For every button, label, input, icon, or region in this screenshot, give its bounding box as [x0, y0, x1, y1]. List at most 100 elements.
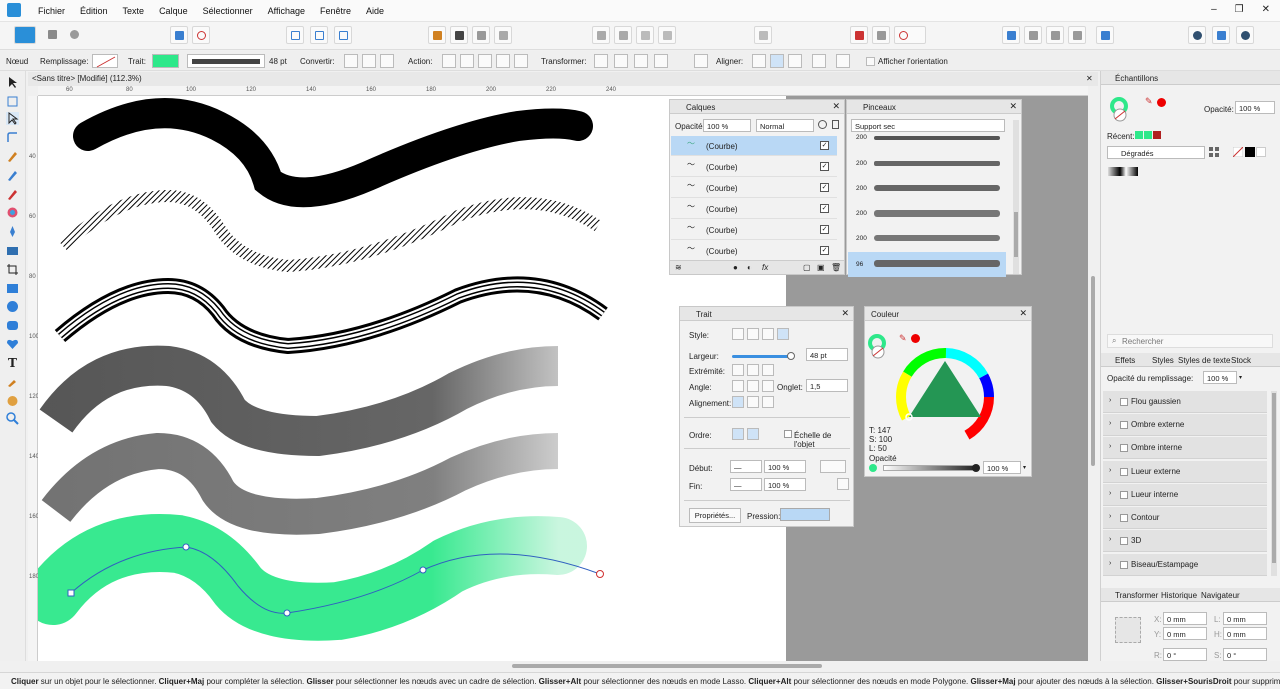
blend-mode-select[interactable]: Normal	[756, 119, 814, 132]
effect-checkbox[interactable]	[1120, 514, 1128, 522]
tab-stock[interactable]: Stock	[1231, 356, 1251, 365]
effect-row[interactable]: › Lueur externe	[1103, 461, 1267, 483]
expand-icon[interactable]: ›	[1109, 513, 1111, 520]
fill-stroke-swatch-icon[interactable]	[1109, 96, 1139, 124]
vector-brush-tool-icon[interactable]	[6, 188, 19, 201]
chevron-down-icon[interactable]: ▾	[1023, 464, 1026, 471]
recent-swatch[interactable]	[1153, 131, 1161, 139]
color-picker-tool-icon[interactable]	[6, 375, 19, 388]
stroke-panel-header[interactable]: Trait ✕	[680, 307, 853, 321]
close-button[interactable]: ✕	[1262, 4, 1270, 15]
place-image-tool-icon[interactable]	[6, 244, 19, 257]
swatch-opacity-field[interactable]: 100 %	[1235, 101, 1275, 114]
zoom-tool-icon[interactable]	[6, 412, 19, 425]
no-snapping-icon[interactable]	[192, 26, 210, 44]
share-icon[interactable]	[1236, 26, 1254, 44]
snap-node-icon[interactable]	[812, 54, 826, 68]
convert-smart-icon[interactable]	[380, 54, 394, 68]
heart-shape-tool-icon[interactable]	[6, 337, 19, 350]
effect-checkbox[interactable]	[1120, 561, 1128, 569]
snap-node-2-icon[interactable]	[836, 54, 850, 68]
brushes-panel-header[interactable]: Pinceaux ✕	[847, 100, 1021, 114]
node-tool-icon[interactable]	[6, 112, 19, 125]
export-persona-icon[interactable]	[66, 26, 84, 44]
document-tab[interactable]: <Sans titre> [Modifié] (112.3%) ✕	[28, 72, 1098, 86]
menu-edition[interactable]: Édition	[80, 6, 108, 16]
crop-tool-icon[interactable]	[6, 263, 19, 276]
solid-stroke-icon[interactable]	[747, 328, 759, 340]
text-tool-icon[interactable]: T	[6, 356, 19, 370]
layer-visible-checkbox[interactable]: ✓	[820, 225, 829, 234]
no-stroke-icon[interactable]	[732, 328, 744, 340]
width-field[interactable]: 48 pt	[806, 348, 848, 361]
expand-icon[interactable]: ›	[1109, 397, 1111, 404]
transform-mode-4-icon[interactable]	[654, 54, 668, 68]
trash-icon[interactable]: 🗑	[831, 263, 841, 272]
pen-tool-icon[interactable]	[6, 150, 19, 163]
tab-styles[interactable]: Styles	[1152, 356, 1174, 365]
expand-icon[interactable]: ›	[1109, 443, 1111, 450]
effect-row[interactable]: › Ombre externe	[1103, 414, 1267, 436]
close-icon[interactable]: ✕	[832, 101, 840, 112]
menu-affichage[interactable]: Affichage	[268, 6, 305, 16]
layer-visible-checkbox[interactable]: ✓	[820, 141, 829, 150]
rotate-left-icon[interactable]	[636, 26, 654, 44]
rectangle-tool-icon[interactable]	[6, 282, 19, 295]
horizontal-scrollbar[interactable]	[38, 661, 1088, 671]
rounded-rectangle-tool-icon[interactable]	[6, 319, 19, 332]
gear-icon[interactable]	[818, 120, 827, 129]
layers-stack-icon[interactable]: ≋	[675, 263, 682, 272]
effect-checkbox[interactable]	[1120, 421, 1128, 429]
undo-dropdown-icon[interactable]	[894, 26, 926, 44]
menu-aide[interactable]: Aide	[366, 6, 384, 16]
maximize-button[interactable]: ❐	[1235, 4, 1244, 15]
close-curve-icon[interactable]	[460, 54, 474, 68]
insert-inside-icon[interactable]	[872, 26, 890, 44]
layer-row[interactable]: ～ (Courbe) ✓	[671, 157, 837, 177]
align-inside-icon[interactable]	[747, 396, 759, 408]
effect-row[interactable]: › Ombre interne	[1103, 437, 1267, 459]
anchor-selector[interactable]	[1115, 617, 1141, 643]
brush-item[interactable]: 200	[848, 180, 1006, 205]
order-behind-icon[interactable]	[732, 428, 744, 440]
palette-grid-icon[interactable]	[1209, 147, 1219, 157]
brush-stroke-icon[interactable]	[777, 328, 789, 340]
view-mode-1-icon[interactable]	[286, 26, 304, 44]
palette-select[interactable]: Dégradés	[1107, 146, 1205, 159]
show-orientation-checkbox[interactable]	[866, 57, 875, 66]
layer-visible-checkbox[interactable]: ✓	[820, 246, 829, 255]
curve-end-node[interactable]	[596, 570, 604, 578]
search-input[interactable]: ⌕ Rechercher	[1107, 334, 1273, 348]
convert-smooth-icon[interactable]	[362, 54, 376, 68]
r-field[interactable]: 0 °	[1163, 648, 1207, 661]
effect-checkbox[interactable]	[1120, 444, 1128, 452]
align-center-icon[interactable]	[732, 396, 744, 408]
vertical-scrollbar[interactable]	[1088, 86, 1098, 661]
view-mode-2-icon[interactable]	[310, 26, 328, 44]
insert-target-icon[interactable]	[850, 26, 868, 44]
stroke-4[interactable]	[39, 345, 559, 457]
close-icon[interactable]: ✕	[1009, 101, 1017, 112]
vertical-scroll-thumb[interactable]	[1091, 276, 1095, 466]
black-swatch[interactable]	[1245, 147, 1255, 157]
layer-row[interactable]: ～ (Courbe) ✓	[671, 220, 837, 240]
start-scale-field[interactable]: 100 %	[764, 460, 806, 473]
layer-visible-checkbox[interactable]: ✓	[820, 183, 829, 192]
x-field[interactable]: 0 mm	[1163, 612, 1207, 625]
align-nodes-3-icon[interactable]	[788, 54, 802, 68]
y-field[interactable]: 0 mm	[1163, 627, 1207, 640]
lock-icon[interactable]	[832, 120, 839, 129]
menu-texte[interactable]: Texte	[123, 6, 145, 16]
expand-icon[interactable]: ›	[1109, 490, 1111, 497]
order-front-icon[interactable]	[747, 428, 759, 440]
transparency-tool-icon[interactable]	[6, 225, 19, 238]
align-nodes-2-icon[interactable]	[770, 54, 784, 68]
convert-sharp-icon[interactable]	[344, 54, 358, 68]
eyedropper-icon[interactable]: ✎	[1145, 96, 1153, 107]
flip-vertical-icon[interactable]	[614, 26, 632, 44]
stroke-1[interactable]	[73, 98, 593, 208]
swatches-tab[interactable]: Échantillons	[1115, 74, 1158, 83]
recent-swatch[interactable]	[1144, 131, 1152, 139]
width-slider[interactable]	[732, 352, 795, 360]
effect-checkbox[interactable]	[1120, 398, 1128, 406]
